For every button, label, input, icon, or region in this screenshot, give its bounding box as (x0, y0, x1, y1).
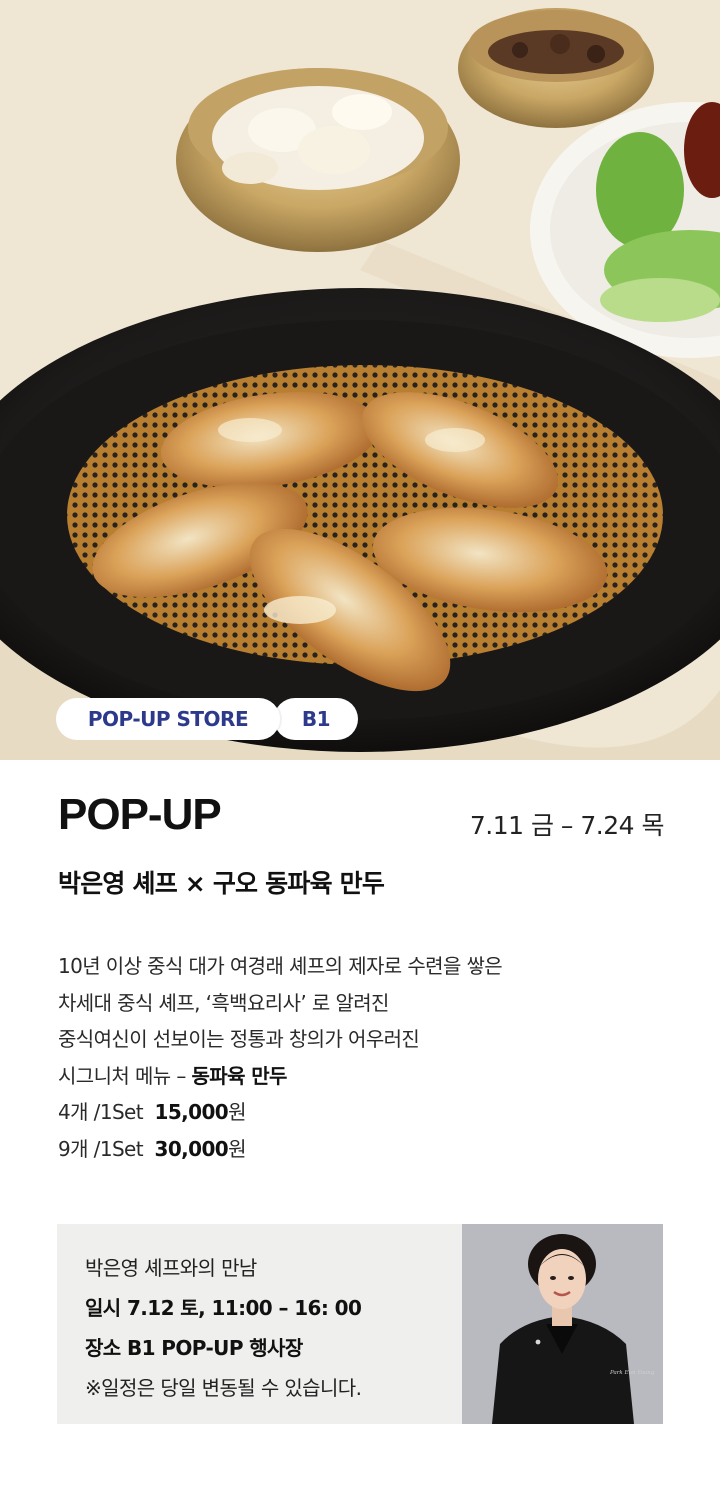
chef-portrait-illustration: Park Eun Young (462, 1224, 663, 1424)
meeting-date-label: 일시 (85, 1296, 121, 1320)
price-unit: 원 (228, 1136, 246, 1161)
store-chip-group: POP-UP STORE B1 (56, 698, 358, 740)
price-row: 4개 /1Set 15,000원 (58, 1094, 668, 1131)
menu-prefix: 시그니처 메뉴 – (58, 1063, 192, 1088)
meeting-date-row: 일시 7.12 토, 11:00 – 16: 00 (85, 1288, 362, 1328)
price-row: 9개 /1Set 30,000원 (58, 1131, 668, 1168)
floor-chip: B1 (274, 698, 358, 740)
chef-meeting-info: 박은영 셰프와의 만남 일시 7.12 토, 11:00 – 16: 00 장소… (85, 1248, 362, 1408)
description-line: 차세대 중식 셰프, ‘흑백요리사’ 로 알려진 (58, 990, 389, 1015)
event-dates: 7.11 금 – 7.24 목 (469, 811, 665, 840)
meeting-place-label: 장소 (85, 1336, 121, 1360)
popup-store-chip: POP-UP STORE (56, 698, 280, 740)
hero-image: POP-UP STORE B1 (0, 0, 720, 760)
description-line: 시그니처 메뉴 – 동파육 만두 (58, 1058, 668, 1095)
dumpling-plate-illustration (0, 0, 720, 760)
coat-embroidery: Park Eun Young (609, 1370, 655, 1376)
event-subtitle: 박은영 셰프 × 구오 동파육 만두 (58, 869, 385, 898)
chef-meeting-box: 박은영 셰프와의 만남 일시 7.12 토, 11:00 – 16: 00 장소… (57, 1224, 663, 1424)
event-title: POP-UP (58, 790, 222, 839)
meeting-place-value: B1 POP-UP 행사장 (126, 1336, 303, 1360)
price-qty: 4개 /1Set (58, 1100, 144, 1124)
price-unit: 원 (228, 1100, 246, 1124)
signature-menu-name: 동파육 만두 (191, 1063, 287, 1088)
meeting-place-row: 장소 B1 POP-UP 행사장 (85, 1328, 361, 1368)
meeting-date-value: 7.12 토, 11:00 – 16: 00 (126, 1296, 362, 1320)
description-line: 중식여신이 선보이는 정통과 창의가 어우러진 (58, 1027, 420, 1051)
meeting-heading: 박은영 셰프와의 만남 (85, 1256, 257, 1280)
price-amount: 30,000 (154, 1136, 229, 1161)
chef-portrait: Park Eun Young (462, 1224, 663, 1424)
description-line: 10년 이상 중식 대가 여경래 셰프의 제자로 수련을 쌓은 (58, 954, 503, 978)
event-description: 10년 이상 중식 대가 여경래 셰프의 제자로 수련을 쌓은 차세대 중식 셰… (58, 948, 668, 1167)
price-amount: 15,000 (154, 1100, 229, 1124)
meeting-notice: ※일정은 당일 변동될 수 있습니다. (85, 1376, 362, 1400)
price-qty: 9개 /1Set (58, 1136, 144, 1161)
